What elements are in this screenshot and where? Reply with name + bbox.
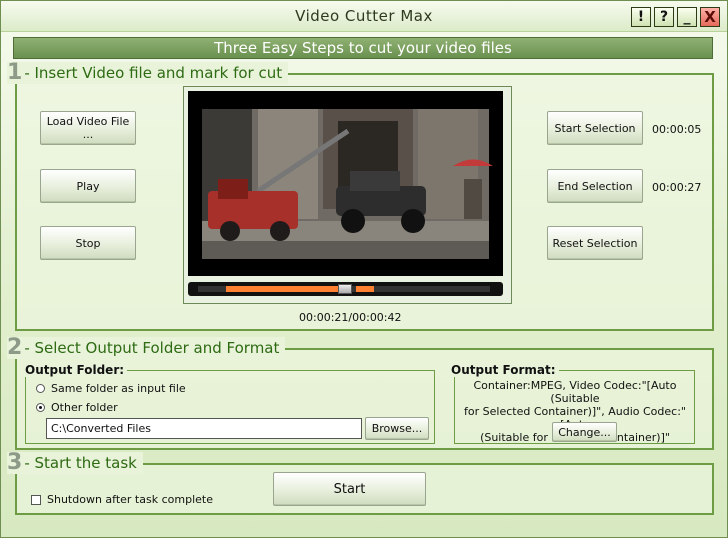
step1-header: 1 - Insert Video file and mark for cut [7, 60, 289, 85]
other-folder-radio-indicator[interactable] [36, 403, 45, 412]
same-folder-radio[interactable]: Same folder as input file [36, 382, 186, 395]
end-selection-time: 00:00:27 [652, 181, 702, 194]
same-folder-radio-indicator[interactable] [36, 384, 45, 393]
shutdown-label: Shutdown after task complete [47, 493, 213, 506]
start-button[interactable]: Start [273, 472, 426, 506]
timeline-playhead[interactable] [338, 284, 352, 294]
video-frame[interactable] [188, 91, 503, 276]
stop-button[interactable]: Stop [40, 226, 136, 260]
change-format-button[interactable]: Change... [552, 422, 617, 442]
step2-title: - Select Output Folder and Format [24, 339, 280, 357]
step3-number: 3 [7, 450, 23, 475]
minimize-icon[interactable]: _ [677, 7, 697, 27]
step1-title: - Insert Video file and mark for cut [24, 64, 283, 82]
step1-number: 1 [7, 60, 23, 85]
shutdown-checkbox[interactable]: Shutdown after task complete [31, 493, 213, 506]
title-bar[interactable]: Video Cutter Max ! ? _ X [1, 1, 727, 32]
play-button[interactable]: Play [40, 169, 136, 203]
folder-path-input[interactable] [46, 418, 362, 439]
other-folder-radio[interactable]: Other folder [36, 401, 118, 414]
format-line-1: Container:MPEG, Video Codec:"[Auto (Suit… [473, 379, 677, 405]
window-title: Video Cutter Max [295, 7, 433, 25]
step3-title: - Start the task [24, 454, 137, 472]
exclamation-icon[interactable]: ! [631, 7, 651, 27]
close-icon[interactable]: X [700, 7, 720, 27]
video-preview-panel [183, 86, 512, 304]
selection-range-right [356, 286, 374, 292]
other-folder-label: Other folder [51, 401, 118, 414]
browse-button[interactable]: Browse... [365, 417, 429, 440]
position-readout: 00:00:21/00:00:42 [299, 311, 402, 324]
help-icon[interactable]: ? [654, 7, 674, 27]
reset-selection-button[interactable]: Reset Selection [547, 226, 643, 260]
video-frame-image [188, 91, 503, 276]
start-selection-button[interactable]: Start Selection [547, 111, 643, 145]
app-window: Video Cutter Max ! ? _ X Three Easy Step… [0, 0, 728, 538]
step2-number: 2 [7, 335, 23, 360]
end-selection-button[interactable]: End Selection [547, 169, 643, 203]
steps-banner: Three Easy Steps to cut your video files [13, 37, 713, 59]
load-video-button[interactable]: Load Video File ... [40, 111, 136, 145]
selection-range-left [226, 286, 340, 292]
start-selection-time: 00:00:05 [652, 123, 702, 136]
output-folder-title: Output Folder: [22, 363, 128, 377]
output-format-title: Output Format: [448, 363, 559, 377]
step3-header: 3 - Start the task [7, 452, 143, 474]
step2-header: 2 - Select Output Folder and Format [7, 335, 286, 360]
timeline-scrubber[interactable] [188, 282, 503, 296]
same-folder-label: Same folder as input file [51, 382, 186, 395]
shutdown-checkbox-box[interactable] [31, 494, 41, 505]
